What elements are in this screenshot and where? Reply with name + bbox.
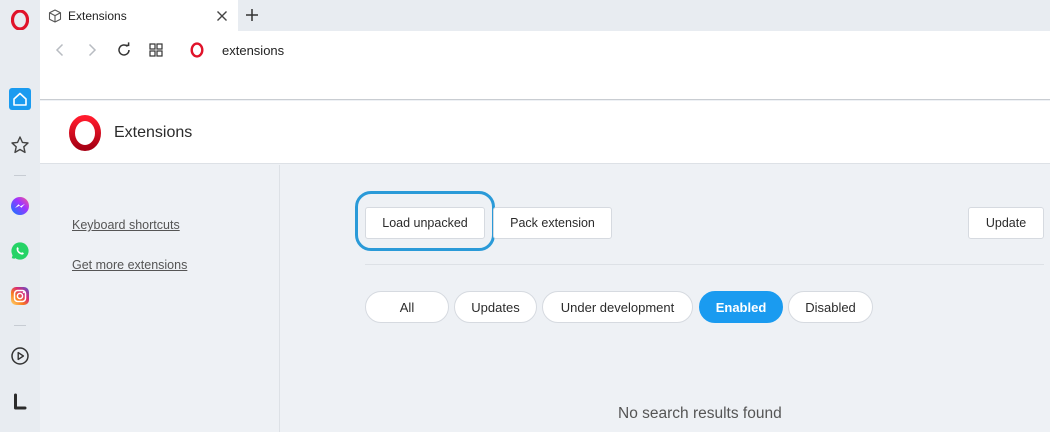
forward-button[interactable] [82,40,102,60]
sidebar-home-button[interactable] [8,87,32,111]
tab-close-button[interactable] [212,6,232,26]
update-button[interactable]: Update [968,207,1044,239]
page-title: Extensions [114,124,193,141]
messenger-icon [11,197,29,215]
pack-extension-button[interactable]: Pack extension [493,207,612,239]
sidebar-bookmarks-button[interactable] [8,133,32,157]
reload-icon [118,42,130,56]
home-icon [9,88,31,110]
get-more-extensions-link[interactable]: Get more extensions [72,258,187,272]
filter-updates[interactable]: Updates [454,291,537,323]
speed-dial-button[interactable] [146,40,166,60]
reload-button[interactable] [114,40,134,60]
keyboard-shortcuts-link[interactable]: Keyboard shortcuts [72,218,180,232]
sidebar-whatsapp-button[interactable] [8,239,32,263]
extensions-left-nav: Keyboard shortcuts Get more extensions [40,165,280,432]
sidebar-messenger-button[interactable] [8,194,32,218]
sidebar-workspace-button[interactable] [8,390,32,414]
filter-all[interactable]: All [365,291,449,323]
sidebar-player-button[interactable] [8,344,32,368]
tab-title: Extensions [68,8,127,23]
tab-strip: Extensions [40,0,1050,31]
address-bar[interactable]: extensions [190,40,284,60]
workspace-l-icon [14,393,27,410]
back-button[interactable] [50,40,70,60]
bookmarks-star-icon [11,136,29,154]
tab-extensions[interactable]: Extensions [40,0,238,31]
empty-results-message: No search results found [618,405,782,422]
filter-under-development[interactable]: Under development [542,291,693,323]
plus-icon [246,9,258,21]
instagram-icon [11,287,29,305]
opera-logo-icon [69,115,101,151]
sidebar-instagram-button[interactable] [8,284,32,308]
new-tab-button[interactable] [242,5,262,25]
address-text[interactable]: extensions [222,43,284,58]
whatsapp-icon [11,242,29,260]
chevron-left-icon [55,43,64,57]
navigation-toolbar: extensions [40,31,1050,69]
close-icon [217,10,227,21]
grid-icon [149,43,163,57]
sidebar-separator [14,175,26,176]
extensions-header: Extensions [40,101,1050,164]
extensions-main: Load unpacked Pack extension Update All … [281,165,1050,432]
opera-logo-icon [11,10,29,30]
section-divider [365,264,1044,265]
sidebar-separator [14,325,26,326]
opera-menu-button[interactable] [8,8,32,32]
filter-disabled[interactable]: Disabled [788,291,873,323]
opera-logo-icon [190,42,204,58]
filter-enabled[interactable]: Enabled [699,291,783,323]
opera-sidebar [0,0,40,432]
player-icon [11,347,29,365]
load-unpacked-button[interactable]: Load unpacked [365,207,485,239]
chevron-right-icon [88,43,97,57]
toolbar-spacer [40,69,1050,100]
extension-cube-icon [48,8,62,23]
